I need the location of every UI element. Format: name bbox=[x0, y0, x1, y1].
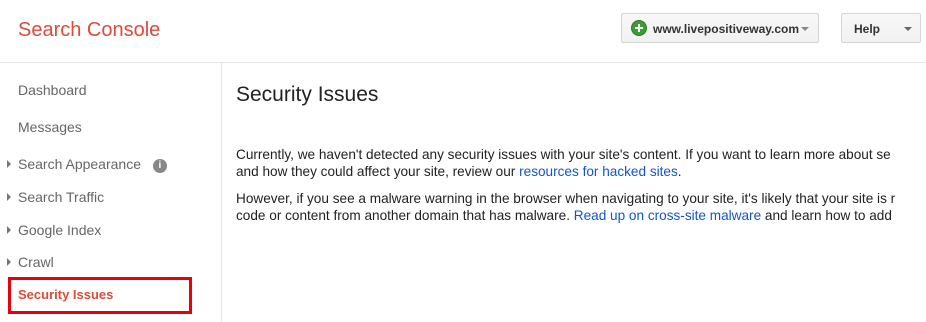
sidebar-item-label: Dashboard bbox=[18, 82, 87, 98]
sidebar-item-messages[interactable]: Messages bbox=[18, 119, 82, 135]
malware-warning-paragraph: However, if you see a malware warning in… bbox=[236, 190, 895, 224]
sidebar-item-label: Messages bbox=[18, 119, 82, 135]
paragraph-line: and learn how to add bbox=[761, 208, 892, 223]
paragraph-line: . bbox=[677, 164, 682, 179]
sidebar-item-dashboard[interactable]: Dashboard bbox=[18, 82, 87, 98]
sidebar-item-label: Google Index bbox=[18, 222, 102, 238]
highlight-annotation-box bbox=[8, 277, 192, 314]
sidebar-item-crawl[interactable]: Crawl bbox=[7, 254, 54, 270]
chevron-down-icon bbox=[801, 27, 809, 31]
cross-site-malware-link[interactable]: Read up on cross-site malware bbox=[574, 208, 761, 223]
sidebar-item-label: Crawl bbox=[18, 254, 54, 270]
expand-arrow-icon[interactable] bbox=[7, 226, 11, 234]
paragraph-line: code or content from another domain that… bbox=[236, 208, 574, 223]
info-icon[interactable]: i bbox=[152, 159, 167, 173]
top-header: Search Console www.livepositiveway.com H… bbox=[0, 0, 926, 63]
page-title: Security Issues bbox=[236, 83, 379, 106]
sidebar-item-google-index[interactable]: Google Index bbox=[7, 222, 102, 238]
app-title[interactable]: Search Console bbox=[18, 19, 160, 42]
add-property-icon bbox=[631, 20, 647, 36]
paragraph-line: and how they could affect your site, rev… bbox=[236, 164, 520, 179]
security-status-paragraph: Currently, we haven't detected any secur… bbox=[236, 146, 891, 180]
main-content: Security Issues Currently, we haven't de… bbox=[222, 63, 926, 322]
hacked-sites-resources-link[interactable]: resources for hacked sites bbox=[519, 164, 678, 179]
paragraph-line: Currently, we haven't detected any secur… bbox=[236, 147, 891, 162]
help-button[interactable]: Help bbox=[841, 13, 921, 43]
expand-arrow-icon[interactable] bbox=[7, 258, 11, 266]
expand-arrow-icon[interactable] bbox=[7, 160, 11, 168]
help-button-label: Help bbox=[854, 22, 881, 36]
paragraph-line: However, if you see a malware warning in… bbox=[236, 191, 896, 206]
sidebar-item-label: Search Appearance bbox=[18, 156, 141, 172]
sidebar-item-search-appearance[interactable]: Search Appearance i bbox=[7, 156, 167, 173]
chevron-down-icon bbox=[904, 27, 912, 31]
site-selector-dropdown[interactable]: www.livepositiveway.com bbox=[621, 13, 819, 43]
expand-arrow-icon[interactable] bbox=[7, 193, 11, 201]
sidebar-item-search-traffic[interactable]: Search Traffic bbox=[7, 189, 105, 205]
site-selector-value: www.livepositiveway.com bbox=[653, 22, 800, 36]
sidebar-item-label: Search Traffic bbox=[18, 189, 105, 205]
